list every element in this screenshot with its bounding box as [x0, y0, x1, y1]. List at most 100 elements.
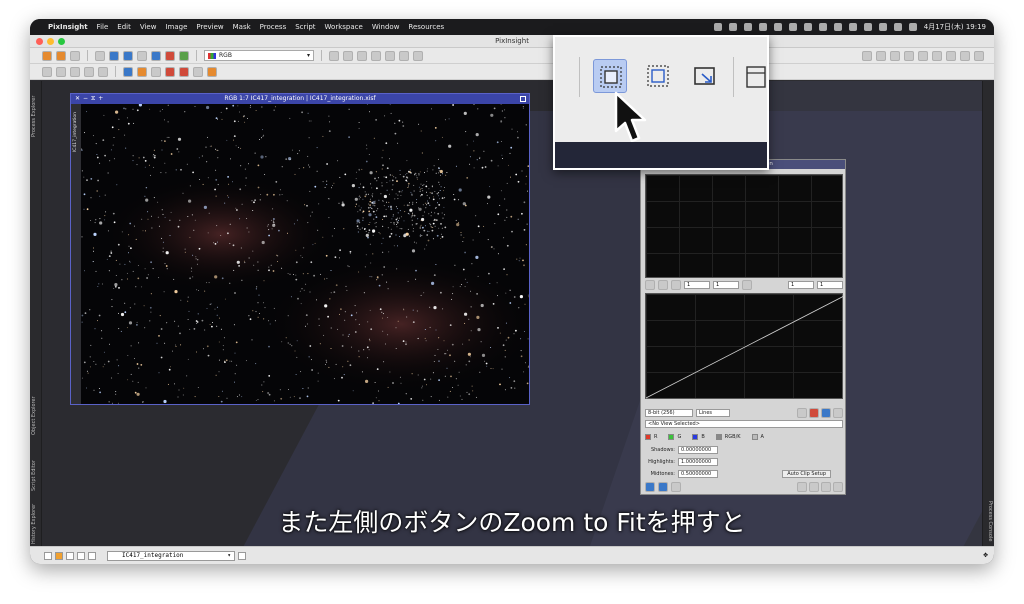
tray-icon[interactable] [728, 23, 737, 31]
layout-icon[interactable] [70, 66, 80, 77]
tray-icon[interactable] [803, 23, 812, 31]
fit-icon[interactable] [671, 280, 681, 290]
menu-resources[interactable]: Resources [408, 23, 444, 31]
menu-process[interactable]: Process [260, 23, 287, 31]
pan-icon[interactable] [645, 280, 655, 290]
link-icon[interactable] [95, 50, 105, 61]
search-icon[interactable] [893, 23, 902, 31]
resolution-select[interactable]: 8-bit (256) [645, 408, 693, 417]
tab-object-explorer[interactable]: Object Explorer [31, 391, 41, 441]
view-options-icon[interactable] [238, 551, 246, 560]
image-window[interactable]: ✕−⧖+ RGB 1:7 IC417_integration | IC417_i… [70, 93, 530, 405]
image-icon[interactable] [151, 50, 161, 61]
clock[interactable]: 4月17日(木) 19:19 [924, 22, 986, 32]
grid-icon[interactable] [833, 407, 843, 418]
channel-select[interactable]: RGB [204, 50, 314, 61]
menu-workspace[interactable]: Workspace [325, 23, 363, 31]
close-button[interactable] [36, 38, 43, 45]
stf-icon[interactable] [179, 50, 189, 61]
tile-button[interactable] [741, 59, 767, 93]
clip-icon[interactable] [809, 407, 819, 418]
tool-icon[interactable] [932, 50, 942, 61]
wifi-icon[interactable] [878, 23, 887, 31]
tool-icon[interactable] [974, 50, 984, 61]
mask-icon[interactable] [165, 50, 175, 61]
close-image-icon[interactable] [70, 50, 80, 61]
view-select[interactable]: <No View Selected> [645, 419, 843, 428]
channel-b-checkbox[interactable] [692, 433, 699, 440]
minimize-button[interactable] [47, 38, 54, 45]
zoom-h-input[interactable]: 1 [684, 281, 710, 289]
tray-icon[interactable] [818, 23, 827, 31]
menu-file[interactable]: File [97, 23, 109, 31]
folder-icon[interactable] [137, 66, 147, 77]
zoom-out-icon[interactable] [357, 50, 367, 61]
tool-icon[interactable] [876, 50, 886, 61]
graph-style-select[interactable]: Lines [696, 408, 730, 417]
documentation-icon[interactable] [809, 481, 819, 492]
tray-icon[interactable] [713, 23, 722, 31]
menu-window[interactable]: Window [372, 23, 400, 31]
layout-icon[interactable] [56, 66, 66, 77]
invert-icon[interactable] [137, 50, 147, 61]
workspace-4-button[interactable] [88, 551, 96, 560]
zoom-in-icon[interactable] [343, 50, 353, 61]
log-icon[interactable] [797, 407, 807, 418]
zoom-button[interactable] [58, 38, 65, 45]
undo-icon[interactable] [109, 50, 119, 61]
tray-icon[interactable] [773, 23, 782, 31]
fit-view-button[interactable] [641, 59, 675, 93]
histogram-plot[interactable] [645, 174, 843, 278]
menu-edit[interactable]: Edit [117, 23, 131, 31]
tab-script-editor[interactable]: Script Editor [31, 453, 41, 498]
open-icon[interactable] [42, 50, 52, 61]
reset-icon[interactable] [821, 481, 831, 492]
layout-icon[interactable] [42, 66, 52, 77]
apply-icon[interactable] [658, 481, 668, 492]
pointer-icon[interactable] [413, 50, 423, 61]
zoom-v-input[interactable]: 1 [713, 281, 739, 289]
curve-zoom-h-input[interactable]: 1 [788, 281, 814, 289]
menu-image[interactable]: Image [165, 23, 187, 31]
bluetooth-icon[interactable] [863, 23, 872, 31]
histogram-panel[interactable]: ation 1 1 1 1 8-bit (256) Lines [640, 159, 846, 495]
zoom-icon[interactable] [658, 280, 668, 290]
star-field-image[interactable] [81, 104, 529, 404]
active-view-select[interactable]: IC417_integration [107, 550, 235, 561]
menu-view[interactable]: View [140, 23, 157, 31]
workspace-icon[interactable] [44, 551, 52, 560]
maximize-icon[interactable] [520, 96, 526, 102]
menu-preview[interactable]: Preview [196, 23, 223, 31]
delete-preview-icon[interactable] [179, 66, 189, 77]
store-icon[interactable] [193, 66, 203, 77]
volume-icon[interactable] [848, 23, 857, 31]
curve-zoom-v-input[interactable]: 1 [817, 281, 843, 289]
layout-icon[interactable] [98, 66, 108, 77]
menu-mask[interactable]: Mask [233, 23, 251, 31]
tray-icon[interactable] [743, 23, 752, 31]
redo-icon[interactable] [123, 50, 133, 61]
real-time-preview-icon[interactable] [797, 481, 807, 492]
tool-icon[interactable] [904, 50, 914, 61]
auto-clip-setup-button[interactable]: Auto Clip Setup [782, 469, 831, 478]
tool-icon[interactable] [946, 50, 956, 61]
monitor-icon[interactable] [123, 66, 133, 77]
pan-icon[interactable] [329, 50, 339, 61]
zoom-extents-button[interactable] [687, 59, 721, 93]
curve-icon[interactable] [821, 407, 831, 418]
magnifier-icon[interactable] [742, 280, 752, 290]
tab-process-explorer[interactable]: Process Explorer [31, 91, 41, 141]
crosshair-icon[interactable]: ✥ [983, 552, 988, 559]
image-id-label[interactable]: IC417_integration [73, 112, 78, 152]
split-icon[interactable] [399, 50, 409, 61]
shadows-input[interactable]: 0.00000000 [678, 445, 718, 454]
tray-icon[interactable] [758, 23, 767, 31]
restore-icon[interactable] [207, 66, 217, 77]
fit-icon[interactable] [385, 50, 395, 61]
layout-icon[interactable] [84, 66, 94, 77]
new-instance-icon[interactable] [645, 481, 655, 492]
highlights-input[interactable]: 1.00000000 [678, 457, 718, 466]
zoom-to-fit-button[interactable] [593, 59, 627, 93]
channel-a-checkbox[interactable] [751, 433, 758, 440]
apply-global-icon[interactable] [671, 481, 681, 492]
